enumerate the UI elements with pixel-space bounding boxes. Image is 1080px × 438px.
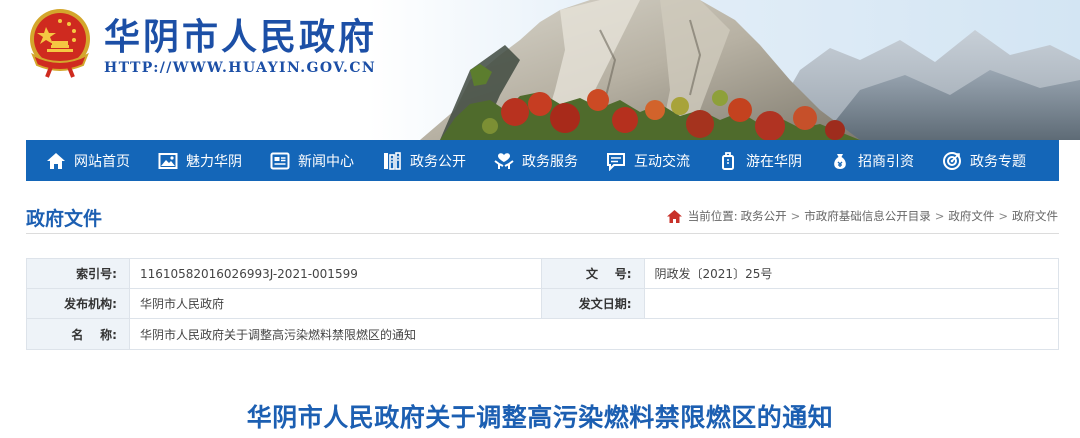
home-icon [47,152,65,169]
site-header: 华阴市人民政府 HTTP://WWW.HUAYIN.GOV.CN [0,0,1080,140]
nav-item-gov-services[interactable]: 政务服务 [494,140,606,181]
nav-item-interaction[interactable]: 互动交流 [606,140,718,181]
issuer-label: 发布机构: [26,288,130,319]
document-number-value: 阴政发〔2021〕25号 [643,258,1060,289]
nav-item-tourism[interactable]: 游在华阴 [718,140,830,181]
nav-item-label: 新闻中心 [298,153,354,170]
issue-date-label: 发文日期: [540,288,645,319]
national-emblem-icon [30,9,90,78]
chat-icon [607,152,625,171]
index-value: 11610582016026993J-2021-001599 [128,258,542,289]
nav-item-investment[interactable]: 招商引资 [830,140,942,181]
table-row: 发布机构: 华阴市人民政府 发文日期: [26,288,1060,319]
news-icon [270,152,290,169]
document-metadata-table: 索引号: 11610582016026993J-2021-001599 文 号:… [26,258,1060,350]
main-nav: 网站首页 魅力华阴 新闻中心 政务公开 政务服务 互动交流 游在华阴 招商引资 … [26,140,1059,181]
breadcrumb-prefix: 当前位置: [687,209,738,223]
site-url: HTTP://WWW.HUAYIN.GOV.CN [104,60,377,76]
nav-item-label: 招商引资 [858,153,914,170]
luggage-icon [722,151,734,170]
nav-item-label: 游在华阴 [746,153,802,170]
breadcrumb-separator: > [934,209,945,223]
document-name-label: 名 称: [26,318,130,350]
breadcrumb-link[interactable]: 政府文件 [1012,208,1058,224]
nav-item-charm[interactable]: 魅力华阴 [158,140,270,181]
picture-icon [158,152,178,169]
nav-item-home[interactable]: 网站首页 [46,140,158,181]
nav-item-news[interactable]: 新闻中心 [270,140,382,181]
nav-item-label: 政务服务 [522,153,578,170]
hands-icon [494,152,514,169]
nav-item-label: 魅力华阴 [186,153,242,170]
breadcrumb-separator: > [790,209,801,223]
nav-item-special-topics[interactable]: 政务专题 [942,140,1054,181]
nav-item-gov-affairs[interactable]: 政务公开 [382,140,494,181]
breadcrumb-link[interactable]: 市政府基础信息公开目录 [804,208,931,224]
nav-item-label: 互动交流 [634,153,690,170]
money-bag-icon [834,153,846,169]
nav-item-label: 政务公开 [410,153,466,170]
nav-item-label: 网站首页 [74,153,130,170]
page-title: 政府文件 [26,208,103,230]
issue-date-value [643,288,1060,319]
article-title: 华阴市人民政府关于调整高污染燃料禁限燃区的通知 [246,403,834,432]
breadcrumb: 当前位置: 政务公开 > 市政府基础信息公开目录 > 政府文件 > 政府文件 [666,208,1058,224]
issuer-value: 华阴市人民政府 [128,288,542,319]
document-name-value: 华阴市人民政府关于调整高污染燃料禁限燃区的通知 [128,318,1060,350]
nav-item-label: 政务专题 [970,153,1026,170]
site-title: 华阴市人民政府 [104,17,378,58]
breadcrumb-separator: > [998,209,1008,223]
title-divider [26,233,1059,234]
target-icon [943,151,961,170]
breadcrumb-home-icon [666,209,682,223]
document-number-label: 文 号: [540,258,645,289]
table-row: 索引号: 11610582016026993J-2021-001599 文 号:… [26,258,1060,289]
columns-icon [384,151,401,170]
breadcrumb-link[interactable]: 政务公开 [741,208,787,224]
index-label: 索引号: [26,258,130,289]
breadcrumb-link[interactable]: 政府文件 [948,208,994,224]
table-row: 名 称: 华阴市人民政府关于调整高污染燃料禁限燃区的通知 [26,318,1060,350]
